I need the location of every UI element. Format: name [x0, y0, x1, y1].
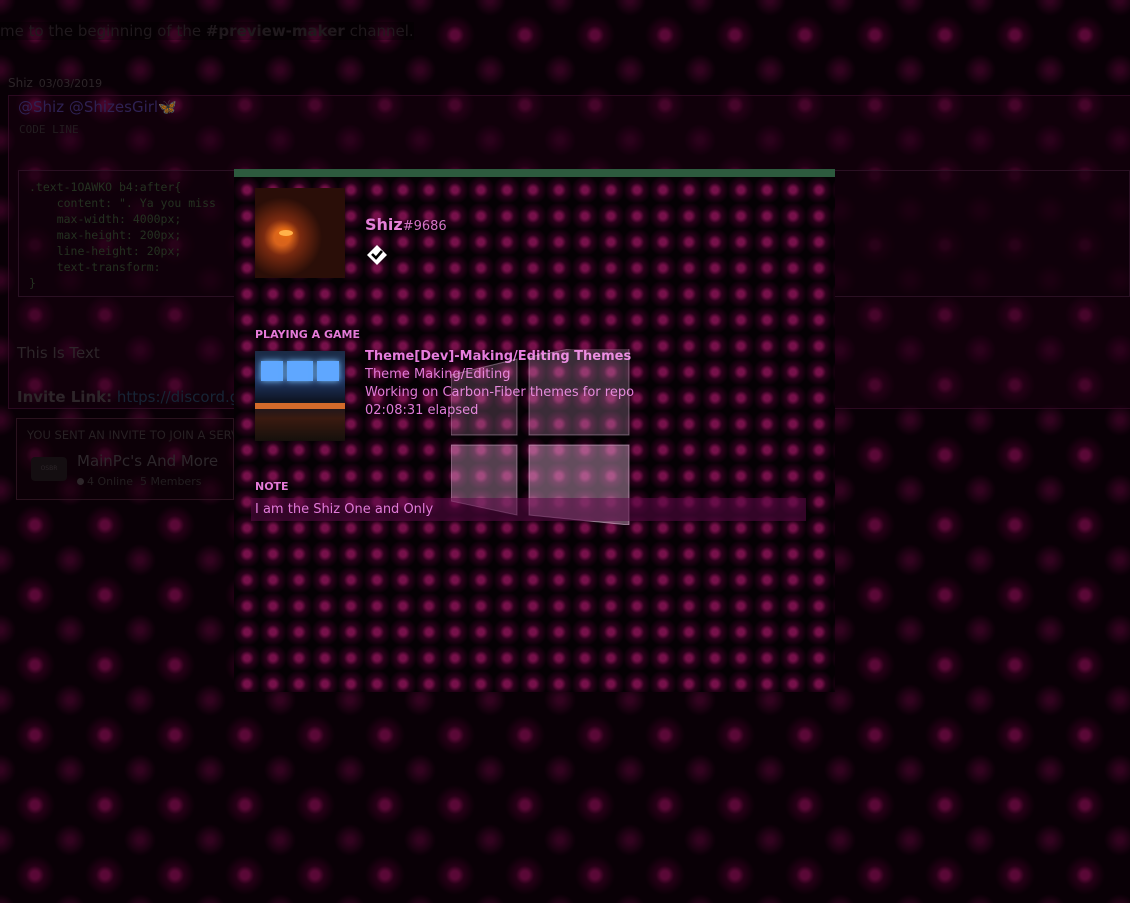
username-text: Shiz: [365, 215, 403, 234]
avatar-eye: [279, 230, 293, 236]
game-image-desk: [255, 403, 345, 409]
game-image-screen: [287, 361, 313, 381]
user-profile-popout: Shiz#9686 PLAYING A GAME Theme[Dev]-Maki…: [234, 169, 835, 692]
playing-section-label: PLAYING A GAME: [255, 328, 360, 341]
game-large-image: [255, 351, 345, 441]
hypesquad-badge-icon[interactable]: [366, 244, 388, 266]
discriminator: #9686: [402, 219, 447, 234]
avatar[interactable]: [255, 188, 345, 278]
game-image-screen: [261, 361, 283, 381]
profile-username: Shiz#9686: [365, 215, 447, 234]
game-image-screen: [317, 361, 339, 381]
note-section-label: NOTE: [255, 480, 289, 493]
note-input[interactable]: [251, 498, 806, 521]
